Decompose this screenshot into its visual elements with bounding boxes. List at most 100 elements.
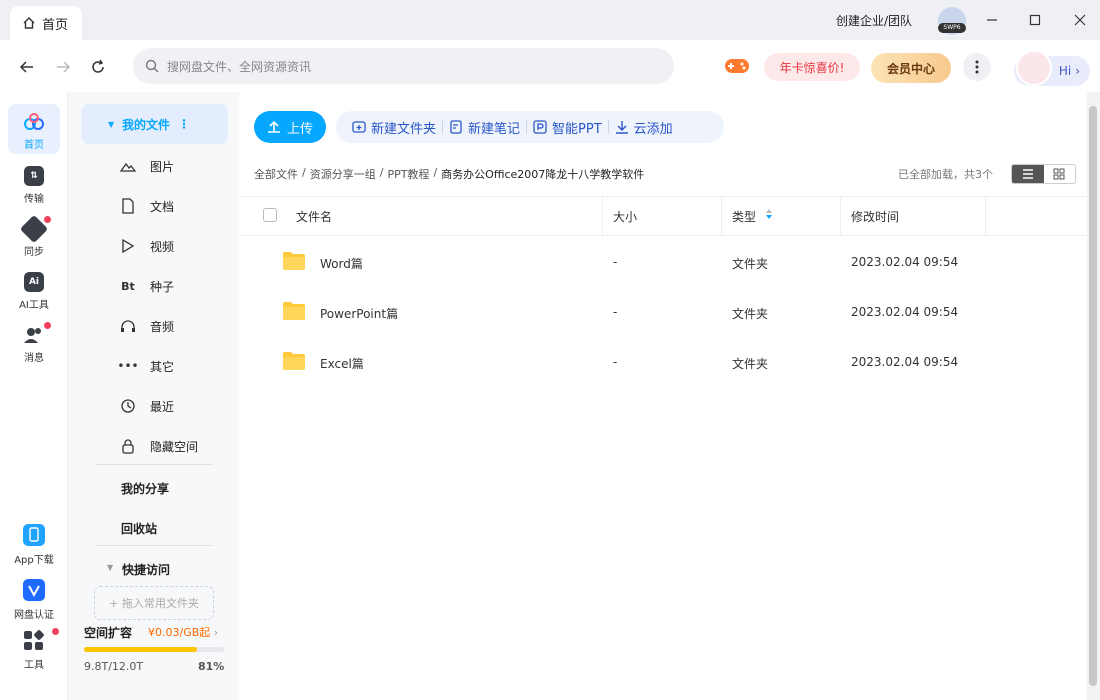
file-modified: 2023.02.04 09:54 [851, 355, 959, 369]
doc-icon [120, 198, 136, 214]
breadcrumb-item[interactable]: 全部文件 [254, 166, 298, 182]
table-row[interactable] [239, 236, 1087, 286]
sidebar-item-label: 种子 [150, 279, 175, 294]
breadcrumb-item[interactable]: 资源分享一组 [310, 166, 376, 182]
close-button[interactable] [1068, 8, 1092, 32]
rail-label: 首页 [24, 140, 44, 151]
sidebar-item-recent[interactable]: 最近 [120, 396, 174, 416]
phone-icon [22, 523, 46, 547]
search-input[interactable]: 搜网盘文件、全网资源资讯 [133, 48, 674, 84]
notification-dot [44, 216, 51, 223]
select-all-checkbox[interactable] [263, 208, 277, 222]
header-name[interactable]: 文件名 [296, 208, 332, 225]
table-row[interactable] [239, 336, 1087, 386]
quick-access-header[interactable]: 快捷访问 [122, 561, 170, 578]
header-size[interactable]: 大小 [613, 208, 637, 225]
sidebar-item-audio[interactable]: 音频 [120, 316, 174, 336]
tab-label: 首页 [42, 17, 69, 33]
rail-item-tools[interactable]: 工具 [8, 630, 60, 671]
header-type[interactable]: 类型 [732, 208, 756, 225]
scrollbar-thumb[interactable] [1089, 106, 1097, 686]
divider [96, 545, 213, 546]
table-header [239, 196, 1087, 236]
message-icon [23, 325, 45, 345]
sidebar-my-share[interactable]: 我的分享 [121, 480, 169, 497]
hi-label: Hi [1058, 64, 1072, 78]
my-files-label: 我的文件 [122, 117, 171, 132]
file-size: - [613, 305, 618, 319]
rail-label: 传输 [24, 194, 44, 205]
rail-item-home[interactable]: 首页 [8, 112, 60, 151]
quota-used: 9.8T/12.0T [84, 660, 144, 673]
smart-ppt-button[interactable]: 智能PPT [527, 118, 608, 137]
kebab-icon[interactable]: ⋮ [178, 117, 190, 131]
sidebar-item-label: 图片 [150, 159, 175, 174]
recent-icon [120, 398, 136, 414]
rail-item-app-download[interactable]: App下载 [8, 523, 60, 566]
quota-price[interactable]: ¥0.03/GB起 › [148, 624, 218, 640]
sidebar-item-hidden-space[interactable]: 隐藏空间 [120, 436, 198, 456]
rail-label: 消息 [24, 353, 44, 364]
tools-icon [23, 630, 45, 652]
minimize-button[interactable] [980, 8, 1004, 32]
sidebar-item-torrents[interactable]: Bt 种子 [120, 276, 174, 296]
more-menu-button[interactable] [963, 53, 991, 81]
tab-home[interactable]: 首页 [10, 6, 82, 40]
file-size: - [613, 255, 618, 269]
rail-label: AI工具 [19, 300, 49, 311]
rail-item-transfer[interactable]: ⇅ 传输 [8, 166, 60, 205]
assistant-avatar-icon[interactable] [1016, 50, 1052, 86]
rail-label: 同步 [24, 247, 44, 258]
bt-icon: Bt [121, 279, 135, 293]
file-name[interactable]: Excel篇 [320, 355, 364, 372]
new-note-button[interactable]: 新建笔记 [443, 118, 526, 137]
breadcrumb: 全部文件 / 资源分享一组 / PPT教程 / 商务办公Office2007降龙十八学… [254, 166, 644, 182]
sort-icon[interactable] [765, 208, 773, 220]
header-modified[interactable]: 修改时间 [851, 208, 899, 225]
main-content [239, 92, 1087, 700]
vip-center-button[interactable]: 会员中心 [871, 53, 951, 83]
sidebar-item-label: 视频 [150, 239, 175, 254]
sidebar-item-images[interactable]: 图片 [120, 156, 174, 176]
breadcrumb-item[interactable]: PPT教程 [387, 166, 429, 182]
cloud-logo-icon [22, 112, 46, 132]
refresh-button[interactable] [87, 56, 109, 78]
verify-icon [22, 578, 46, 602]
quota-title[interactable]: 空间扩容 [84, 624, 132, 641]
sidebar-recycle-bin[interactable]: 回收站 [121, 520, 157, 537]
home-icon [22, 16, 36, 30]
maximize-button[interactable] [1023, 8, 1047, 32]
list-view-icon[interactable] [1012, 165, 1044, 183]
create-team-link[interactable]: 创建企业/团队 [836, 12, 912, 29]
video-icon [120, 238, 136, 254]
file-name[interactable]: Word篇 [320, 255, 363, 272]
ppt-icon [533, 120, 547, 134]
sidebar-item-label: 最近 [150, 399, 175, 414]
game-icon[interactable] [724, 55, 750, 77]
sidebar-item-videos[interactable]: 视频 [120, 236, 174, 256]
cloud-add-button[interactable]: 云添加 [609, 118, 679, 137]
sidebar-my-files[interactable]: ▼ 我的文件 ⋮ [81, 104, 228, 144]
rail-item-verify[interactable]: 网盘认证 [8, 578, 60, 621]
sidebar-item-docs[interactable]: 文档 [120, 196, 174, 216]
upload-button[interactable]: 上传 [254, 111, 326, 143]
column-divider [602, 196, 603, 236]
rail-item-ai[interactable]: Ai AI工具 [8, 272, 60, 311]
quick-access-dropzone[interactable]: + 拖入常用文件夹 [94, 586, 214, 620]
chevron-right-icon: › [213, 626, 219, 639]
quota-progress-fill [84, 647, 198, 652]
level-badge: SWP6 [938, 23, 966, 33]
annual-offer-button[interactable]: 年卡惊喜价! [764, 53, 860, 81]
back-button[interactable] [16, 56, 38, 78]
load-status: 已全部加载，共3个 [898, 168, 993, 181]
forward-button[interactable] [52, 56, 74, 78]
rail-item-message[interactable]: 消息 [8, 325, 60, 364]
rail-item-sync[interactable]: 同步 [8, 214, 60, 258]
sidebar-item-other[interactable]: ••• 其它 [117, 356, 174, 376]
breadcrumb-sep: / [433, 166, 438, 179]
breadcrumb-current: 商务办公Office2007降龙十八学教学软件 [441, 168, 645, 181]
grid-view-icon[interactable] [1044, 165, 1076, 183]
file-name[interactable]: PowerPoint篇 [320, 305, 398, 322]
upload-label: 上传 [286, 121, 313, 137]
new-folder-button[interactable]: 新建文件夹 [346, 118, 442, 137]
